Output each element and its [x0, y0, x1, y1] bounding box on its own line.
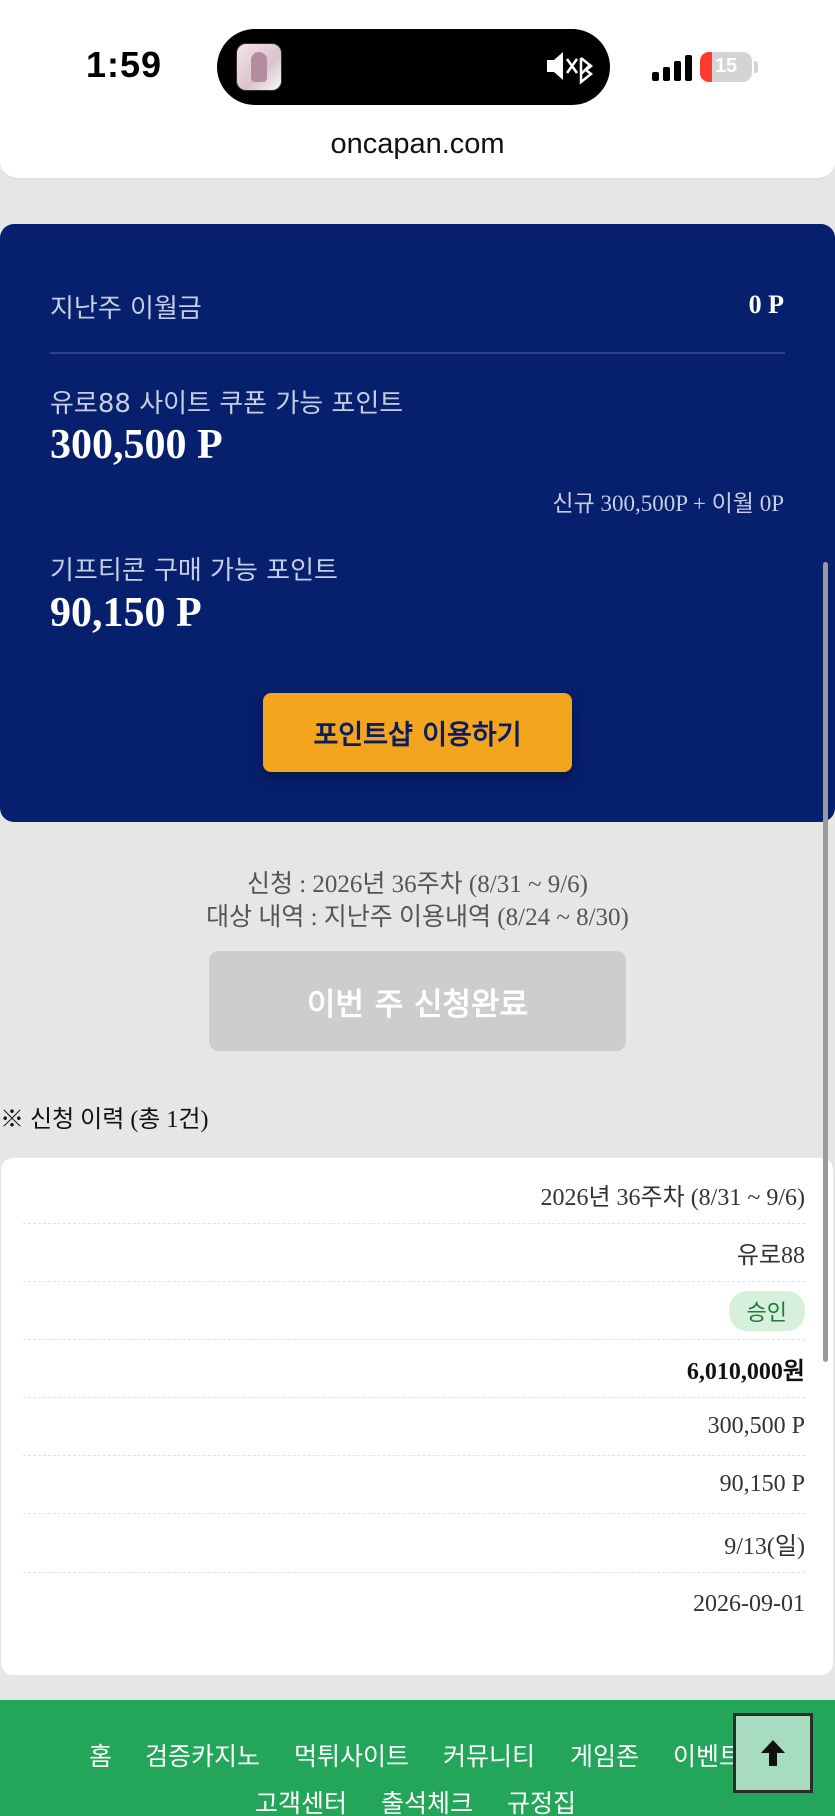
gifticon-points-value: 90,150 P: [50, 590, 202, 636]
history-card: 2026년 36주차 (8/31 ~ 9/6) 유로88 승인 6,010,00…: [1, 1158, 833, 1675]
history-week: 2026년 36주차 (8/31 ~ 9/6): [540, 1185, 805, 1211]
history-status-row: 승인: [23, 1282, 805, 1340]
history-amount: 6,010,000원: [686, 1359, 805, 1385]
footer-link-game-zone[interactable]: 게임존: [570, 1737, 639, 1773]
history-gifticon-row: 90,150 P: [23, 1456, 805, 1514]
history-title: ※ 신청 이력 (총 1건): [0, 1107, 209, 1133]
footer-link-event[interactable]: 이벤트: [673, 1737, 742, 1773]
status-badge: 승인: [728, 1290, 805, 1331]
footer-link-scam-sites[interactable]: 먹튀사이트: [294, 1737, 409, 1773]
carryover-label: 지난주 이월금: [50, 294, 202, 324]
history-applied-date: 2026-09-01: [693, 1590, 805, 1617]
scroll-to-top-button[interactable]: [733, 1713, 813, 1793]
coupon-points-value: 300,500 P: [50, 422, 223, 468]
carryover-value: 0 P: [748, 290, 784, 319]
history-coupon-points: 300,500 P: [707, 1413, 805, 1439]
footer-link-attendance[interactable]: 출석체크: [381, 1784, 473, 1816]
footer-link-rules[interactable]: 규정집: [507, 1784, 576, 1816]
mute-bluetooth-icon: [545, 46, 595, 86]
footer-nav: 홈 검증카지노 먹튀사이트 커뮤니티 게임존 이벤트 고객센터 출석체크 규정집: [0, 1700, 835, 1816]
footer-link-community[interactable]: 커뮤니티: [443, 1737, 535, 1773]
apply-complete-button[interactable]: 이번 주 신청완료: [209, 951, 626, 1051]
signal-icon: [652, 55, 694, 81]
history-site-row: 유로88: [23, 1224, 805, 1282]
footer-link-home[interactable]: 홈: [89, 1737, 112, 1773]
battery-icon: 15: [700, 52, 752, 82]
coupon-points-label: 유로88 사이트 쿠폰 가능 포인트: [50, 389, 404, 419]
history-gifticon-points: 90,150 P: [719, 1471, 805, 1497]
application-target: 대상 내역 : 지난주 이용내역 (8/24 ~ 8/30): [206, 904, 629, 931]
history-coupon-row: 300,500 P: [23, 1398, 805, 1456]
history-payout-row: 9/13(일): [23, 1515, 805, 1573]
history-site: 유로88: [736, 1243, 805, 1269]
scrollbar[interactable]: [823, 562, 828, 1362]
history-applied-row: 2026-09-01: [23, 1575, 805, 1633]
status-time: 1:59: [86, 44, 163, 85]
now-playing-thumbnail: [236, 43, 282, 91]
application-period: 신청 : 2026년 36주차 (8/31 ~ 9/6): [246, 871, 588, 898]
footer-link-verified-casino[interactable]: 검증카지노: [145, 1737, 260, 1773]
card-divider: [50, 352, 785, 354]
point-shop-button[interactable]: 포인트샵 이용하기: [263, 693, 572, 772]
battery-tip: [754, 61, 758, 73]
arrow-up-icon: [761, 1740, 785, 1766]
history-payout-date: 9/13(일): [724, 1534, 805, 1560]
gifticon-points-label: 기프티콘 구매 가능 포인트: [50, 556, 338, 586]
history-amount-row: 6,010,000원: [23, 1340, 805, 1398]
footer-link-support[interactable]: 고객센터: [255, 1784, 347, 1816]
url-text[interactable]: oncapan.com: [0, 128, 835, 161]
battery-level: 15: [714, 55, 738, 77]
history-week-row: 2026년 36주차 (8/31 ~ 9/6): [23, 1166, 805, 1224]
coupon-points-breakdown: 신규 300,500P + 이월 0P: [552, 491, 784, 516]
